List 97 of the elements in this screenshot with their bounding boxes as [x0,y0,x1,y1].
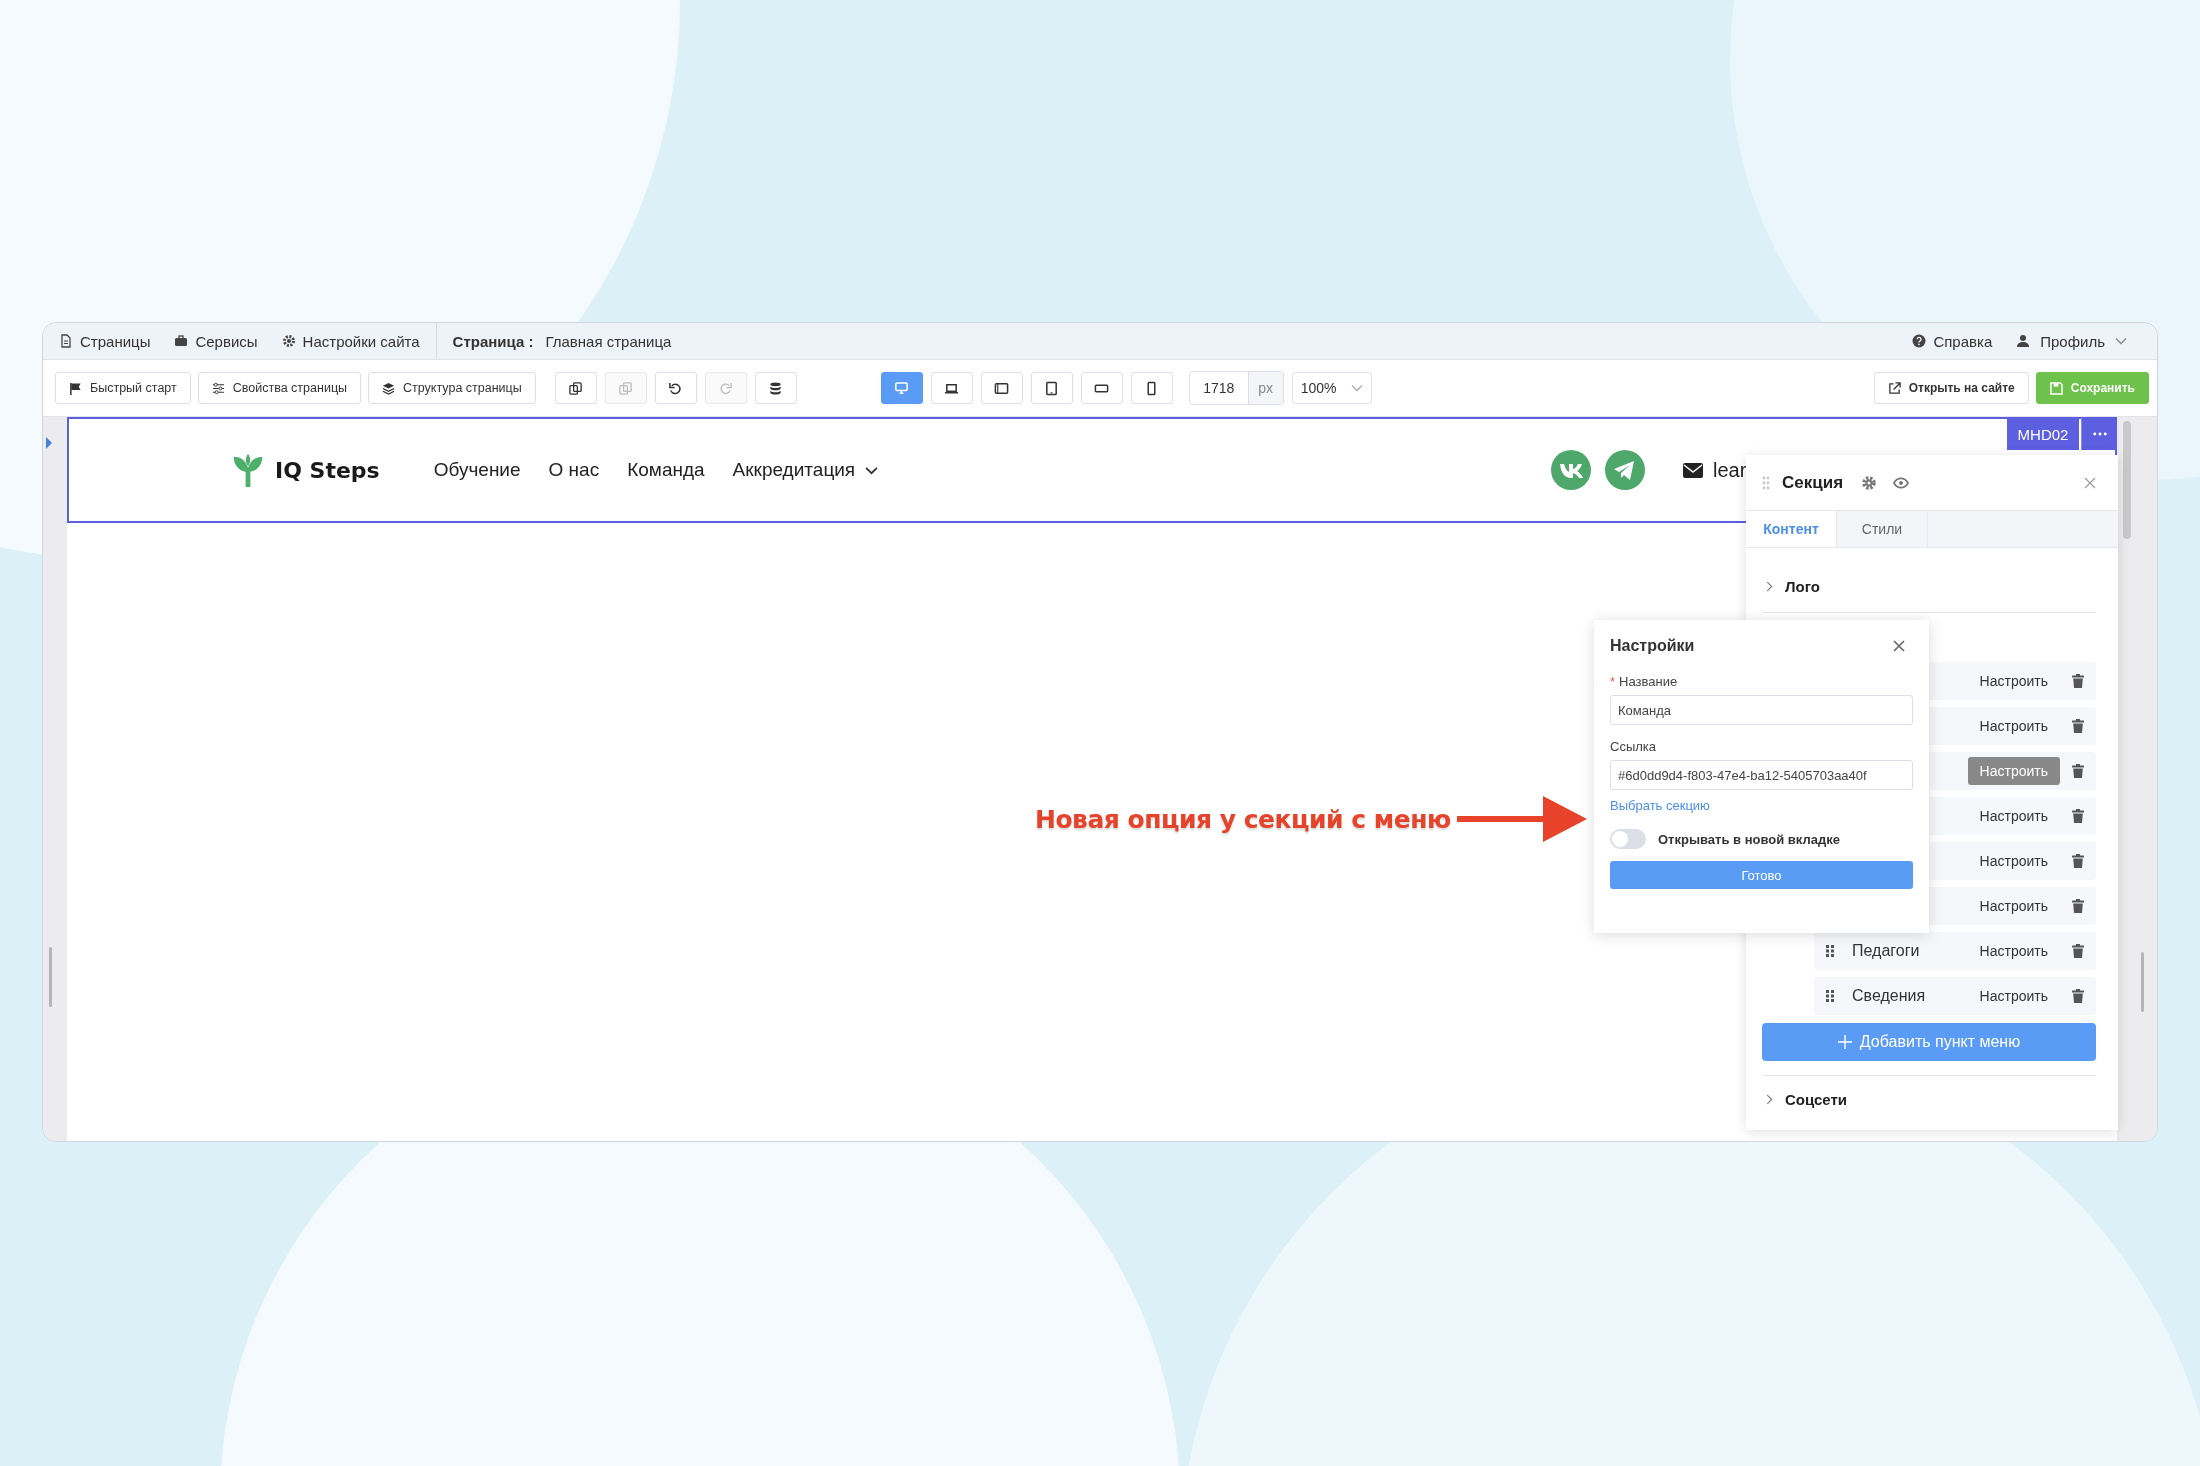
chevron-right-icon [1766,1093,1773,1105]
open-site-button[interactable]: Открыть на сайте [1873,372,2029,404]
drag-handle-icon[interactable] [1826,990,1834,1002]
resize-handle[interactable] [2141,952,2144,1012]
toggle-label: Открывать в новой вкладке [1658,831,1840,847]
copy-icon [568,380,584,396]
plus-icon [1837,1035,1852,1049]
toolbar-button[interactable]: Свойства страницы [197,372,362,404]
expand-handle-icon[interactable] [46,437,52,449]
help-link[interactable]: Справка [1912,332,1993,350]
scrollbar-thumb[interactable] [2123,421,2131,539]
resize-handle[interactable] [49,947,52,1007]
monitor-icon [894,380,910,396]
menu-item-name: Педагоги [1852,942,1920,960]
section-badge: MHD02 [2007,418,2079,450]
nav-link[interactable]: Обучение [433,459,521,481]
chevron-right-icon [1766,580,1773,592]
nav-link[interactable]: Аккредитация [732,459,879,481]
nav-link[interactable]: О нас [548,459,600,481]
gear-icon [281,334,296,348]
database-button[interactable] [754,372,797,404]
database-icon [768,380,784,396]
configure-button[interactable]: Настроить [1967,982,2060,1010]
field-label: Название [1619,674,1678,689]
more-icon [2092,432,2107,436]
chevron-down-icon [1350,384,1363,392]
sliders-icon [211,381,225,395]
panel-tab[interactable]: Стили [1837,511,1928,547]
tablet-landscape-icon [994,380,1010,396]
page-label: Страница : [452,332,534,350]
configure-button[interactable]: Настроить [1967,937,2060,965]
external-link-icon [1887,381,1901,395]
top-menu-item[interactable]: Сервисы [174,332,258,350]
vk-icon[interactable] [1551,450,1591,490]
configure-button[interactable]: Настроить [1967,757,2060,785]
trash-icon[interactable] [2072,944,2084,958]
profile-menu[interactable]: Профиль [2016,332,2127,350]
drag-handle-icon[interactable] [1762,475,1770,490]
configure-button[interactable]: Настроить [1967,892,2060,920]
toolbox-icon [174,334,189,348]
tablet-landscape-button[interactable] [980,372,1023,404]
configure-button[interactable]: Настроить [1967,712,2060,740]
top-menu-item[interactable]: Настройки сайта [281,332,420,350]
required-mark: * [1610,674,1616,689]
dialog-title: Настройки [1610,637,1695,655]
telegram-icon[interactable] [1605,450,1645,490]
trash-icon[interactable] [2072,899,2084,913]
tablet-button[interactable] [1030,372,1073,404]
flag-icon [69,381,82,395]
trash-icon[interactable] [2072,809,2084,823]
trash-icon[interactable] [2072,989,2084,1003]
email-text[interactable]: lear [1713,458,1747,482]
tablet-icon [1044,380,1060,396]
menu-item-name: Сведения [1852,987,1926,1005]
field-label: Ссылка [1610,739,1657,754]
trash-icon[interactable] [2072,719,2084,733]
close-icon[interactable] [1893,640,1905,652]
help-icon [1912,334,1927,348]
site-logo[interactable]: IQ Steps [229,451,380,489]
unit-label: px [1247,372,1283,404]
link-input[interactable]: #6d0dd9d4-f803-47e4-ba12-5405703aa40f [1610,760,1913,790]
user-icon [2016,334,2031,348]
laptop-button[interactable] [930,372,973,404]
configure-button[interactable]: Настроить [1967,667,2060,695]
nav-link[interactable]: Команда [627,459,705,481]
panel-title: Секция [1782,472,1844,493]
annotation-text: Новая опция у секций с меню [1035,804,1451,834]
toolbar-button[interactable]: Быстрый старт [55,372,191,404]
trash-icon[interactable] [2072,674,2084,688]
desktop-button[interactable] [880,372,923,404]
top-menu-item[interactable]: Страницы [59,332,151,350]
width-field[interactable]: 1718 px [1188,371,1284,405]
copy-icon [618,380,634,396]
document-icon [59,334,73,348]
accordion-header[interactable]: Лого [1762,560,2096,613]
toolbar-button[interactable]: Структура страницы [368,372,536,404]
chevron-down-icon [2115,337,2127,345]
toggle-switch[interactable] [1610,829,1646,849]
layers-icon [382,381,396,395]
name-input[interactable]: Команда [1610,695,1913,725]
phone-button[interactable] [1130,372,1173,404]
trash-icon[interactable] [2072,854,2084,868]
undo-button[interactable] [654,372,697,404]
page-name: Главная страница [545,332,672,350]
drag-handle-icon[interactable] [1826,945,1834,957]
configure-button[interactable]: Настроить [1967,847,2060,875]
close-icon[interactable] [2084,476,2096,489]
settings-icon[interactable] [1861,474,1878,491]
undo-icon [668,380,684,396]
mail-icon [1683,462,1703,478]
trash-icon[interactable] [2072,764,2084,778]
copy-button[interactable] [554,372,597,404]
zoom-select[interactable]: 100% [1291,372,1372,404]
redo-icon [718,380,734,396]
configure-button[interactable]: Настроить [1967,802,2060,830]
phone-landscape-button[interactable] [1080,372,1123,404]
accordion-header[interactable]: Соцсети [1762,1075,2096,1122]
